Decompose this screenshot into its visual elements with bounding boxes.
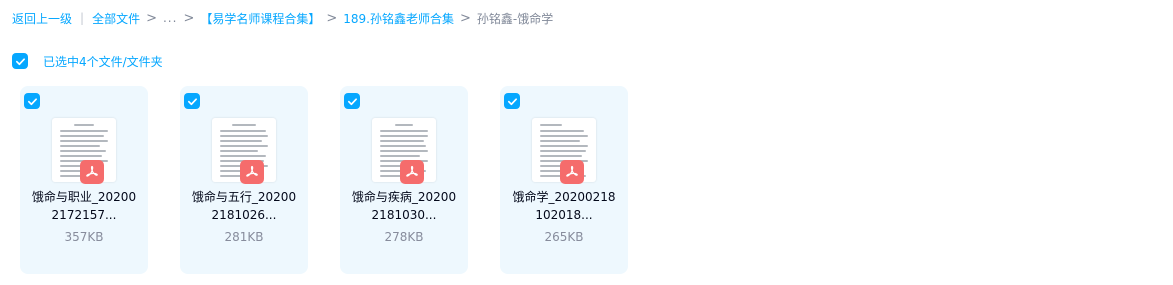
breadcrumb-ellipsis[interactable]: ... [163,11,177,25]
file-size: 265KB [544,230,584,244]
checkbox-checked-icon [347,97,357,105]
file-checkbox[interactable] [344,93,360,109]
file-grid: 饿命与职业_20200 2172157... 357KB 饿命与五行_20200 2… [20,86,660,274]
back-link[interactable]: 返回上一级 [12,10,72,27]
file-name: 饿命学_20200218 102018... [512,190,616,222]
file-card[interactable]: 饿命与疾病_20200 2181030... 278KB [340,86,468,274]
file-card[interactable]: 饿命学_20200218 102018... 265KB [500,86,628,274]
file-size: 278KB [384,230,424,244]
all-files-link[interactable]: 全部文件 [92,10,140,27]
divider: | [80,11,85,25]
chevron-right-icon: > [146,10,157,26]
file-name: 饿命与五行_20200 2181026... [191,190,297,222]
breadcrumb-folder-1[interactable]: 【易学名师课程合集】 [200,10,320,27]
pdf-icon [560,160,584,184]
chevron-right-icon: > [326,10,338,26]
pdf-icon [400,160,424,184]
file-card[interactable]: 饿命与职业_20200 2172157... 357KB [20,86,148,274]
selection-bar: 已选中4个文件/文件夹 [12,52,163,70]
file-checkbox[interactable] [24,93,40,109]
file-name: 饿命与疾病_20200 2181030... [351,190,457,222]
checkbox-checked-icon [187,97,197,105]
file-size: 281KB [224,230,264,244]
file-size: 357KB [64,230,104,244]
file-name: 饿命与职业_20200 2172157... [31,190,137,222]
file-card[interactable]: 饿命与五行_20200 2181026... 281KB [180,86,308,274]
selection-count-text: 已选中4个文件/文件夹 [43,54,163,69]
chevron-right-icon: > [183,10,195,26]
pdf-icon [240,160,264,184]
breadcrumb-current: 孙铭鑫-饿命学 [476,11,554,26]
select-all-checkbox[interactable] [12,53,28,69]
checkbox-checked-icon [27,97,37,105]
breadcrumb-folder-2[interactable]: 189.孙铭鑫老师合集 [343,10,454,27]
file-checkbox[interactable] [504,93,520,109]
breadcrumb: 返回上一级 | 全部文件 > ... > 【易学名师课程合集】 > 189.孙铭… [12,9,553,27]
checkbox-checked-icon [507,97,517,105]
pdf-icon [80,160,104,184]
file-checkbox[interactable] [184,93,200,109]
checkbox-checked-icon [15,57,25,65]
chevron-right-icon: > [460,10,471,26]
